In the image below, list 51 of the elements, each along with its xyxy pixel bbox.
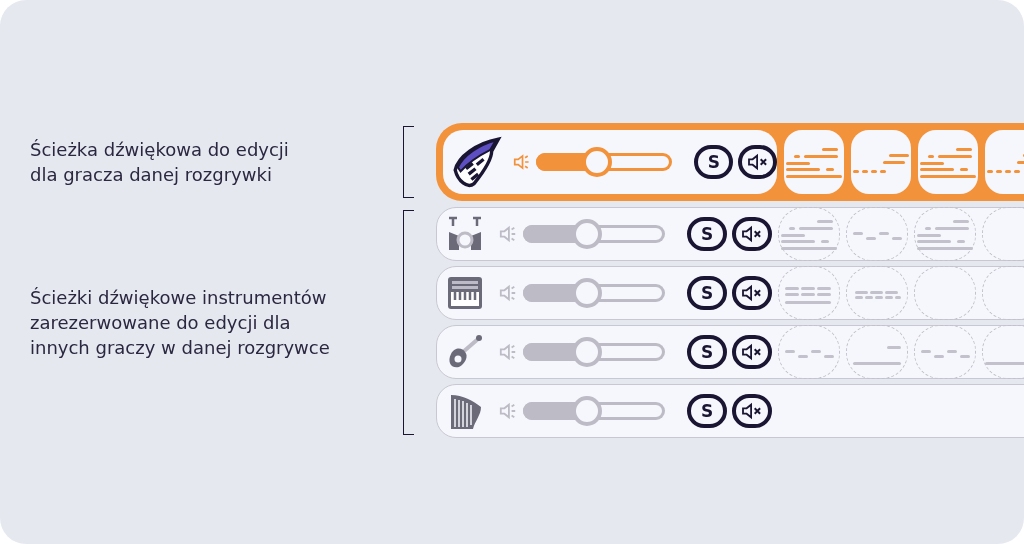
- clip[interactable]: [784, 130, 844, 194]
- mute-icon: [741, 225, 763, 243]
- solo-button[interactable]: S: [687, 276, 727, 310]
- track-row[interactable]: S: [436, 207, 1024, 261]
- annotation-text: Ścieżka dźwiękowa do edycji dla gracza danej rozgrywki: [30, 138, 290, 187]
- note-pattern-icon: [786, 148, 842, 178]
- volume-icon: [499, 225, 517, 243]
- volume-slider[interactable]: [523, 278, 665, 308]
- mute-icon: [741, 343, 763, 361]
- note-pattern-icon: [853, 346, 901, 365]
- volume-slider[interactable]: [523, 337, 665, 367]
- solo-button[interactable]: S: [694, 145, 734, 179]
- note-pattern-icon: [987, 154, 1024, 173]
- note-pattern-icon: [785, 350, 834, 358]
- mute-icon: [741, 402, 763, 420]
- clip[interactable]: [851, 130, 911, 194]
- clip[interactable]: [778, 207, 840, 261]
- mute-button[interactable]: [738, 145, 777, 179]
- clip[interactable]: [914, 207, 976, 261]
- volume-icon: [499, 284, 517, 302]
- track-row[interactable]: S: [436, 123, 1024, 201]
- clip[interactable]: [918, 130, 978, 194]
- mute-icon: [746, 153, 769, 171]
- solo-button[interactable]: S: [687, 335, 727, 369]
- annotation-text: Ścieżki dźwiękowe instrumentów zarezerwowane do edycji dla innych graczy w danej rozgrywce: [30, 286, 331, 360]
- mute-button[interactable]: [732, 217, 772, 251]
- note-pattern-icon: [921, 350, 970, 358]
- mute-icon: [741, 284, 763, 302]
- solo-button[interactable]: S: [687, 217, 727, 251]
- track-row[interactable]: S: [436, 384, 1024, 438]
- volume-icon: [512, 153, 530, 171]
- mute-button[interactable]: [732, 394, 772, 428]
- note-pattern-icon: [920, 148, 976, 178]
- volume-slider[interactable]: [535, 147, 673, 177]
- mute-button[interactable]: [732, 335, 772, 369]
- solo-button[interactable]: S: [687, 394, 727, 428]
- volume-slider[interactable]: [523, 396, 665, 426]
- note-pattern-icon: [985, 362, 1024, 365]
- track-row[interactable]: S: [436, 266, 1024, 320]
- mute-button[interactable]: [732, 276, 772, 310]
- volume-icon: [499, 343, 517, 361]
- bracket: [403, 126, 414, 198]
- note-pattern-icon: [917, 220, 973, 250]
- volume-slider[interactable]: [523, 219, 665, 249]
- note-pattern-icon: [785, 287, 831, 304]
- note-pattern-icon: [855, 291, 901, 299]
- note-pattern-icon: [853, 232, 902, 240]
- note-pattern-icon: [853, 154, 909, 173]
- note-pattern-icon: [781, 220, 837, 250]
- volume-icon: [499, 402, 517, 420]
- track-row[interactable]: S: [436, 325, 1024, 379]
